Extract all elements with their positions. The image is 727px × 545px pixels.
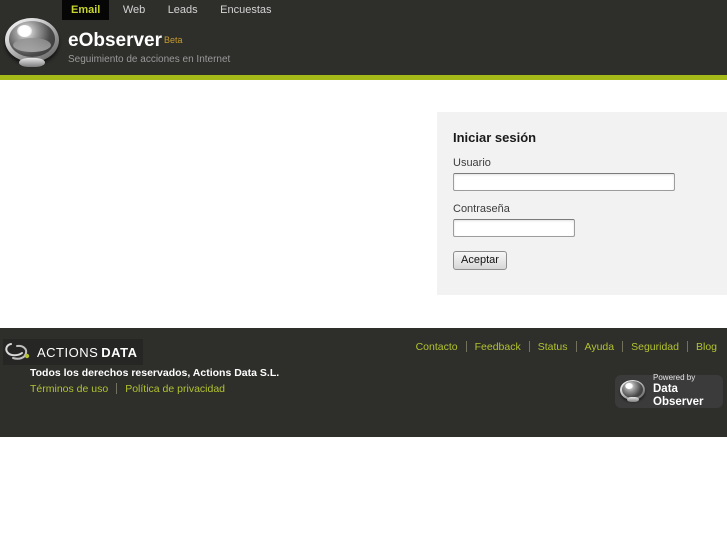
footer-nav: Contacto Feedback Status Ayuda Seguridad Blog (416, 341, 717, 353)
footer-link-ayuda[interactable]: Ayuda (585, 341, 615, 353)
brand-line: eObserver Beta (68, 30, 230, 52)
footer-link-seguridad[interactable]: Seguridad (631, 341, 679, 353)
footer-link-status[interactable]: Status (538, 341, 568, 353)
actions-data-swirl-icon (5, 343, 30, 360)
brand-name: eObserver (68, 30, 163, 51)
main-content: Iniciar sesión Usuario Contraseña Acepta… (0, 80, 727, 328)
submit-button[interactable]: Aceptar (453, 251, 507, 270)
footer-link-blog[interactable]: Blog (696, 341, 717, 353)
page: Email Web Leads Encuestas eObserver Beta … (0, 0, 727, 545)
powered-by-line: Powered by (653, 373, 696, 383)
orb-highlight (17, 25, 32, 37)
divider (116, 383, 118, 394)
divider (575, 341, 577, 352)
tab-web[interactable]: Web (114, 0, 154, 20)
beta-badge: Beta (164, 35, 183, 45)
footer-link-contacto[interactable]: Contacto (416, 341, 458, 353)
orb-base (627, 397, 639, 402)
data-observer-line: Data Observer (653, 383, 704, 408)
password-label: Contraseña (453, 203, 510, 215)
tab-encuestas[interactable]: Encuestas (211, 0, 280, 20)
tab-email[interactable]: Email (62, 0, 110, 20)
terms-link[interactable]: Términos de uso (30, 383, 108, 395)
copyright-text: Todos los derechos reservados, Actions D… (30, 367, 280, 379)
orb-base (19, 58, 45, 67)
actions-data-logo: ACTIONS DATA (3, 339, 144, 365)
login-panel: Iniciar sesión Usuario Contraseña Acepta… (437, 112, 727, 295)
footer: ACTIONS DATA Contacto Feedback Status Ayuda S… (0, 328, 727, 437)
divider (528, 341, 530, 352)
divider (686, 341, 688, 352)
footer-link-feedback[interactable]: Feedback (475, 341, 521, 353)
eobserver-logo-icon (5, 16, 63, 67)
powered-by-badge[interactable]: Powered by Data Observer (615, 374, 723, 408)
divider (622, 341, 624, 352)
actions-text: ACTIONS (37, 344, 99, 360)
top-nav: Email Web Leads Encuestas (62, 0, 281, 20)
legal-links: Términos de uso Política de privacidad (30, 383, 225, 395)
brand-tagline: Seguimiento de acciones en Internet (68, 54, 231, 65)
login-title: Iniciar sesión (453, 130, 537, 145)
privacy-link[interactable]: Política de privacidad (125, 383, 225, 395)
orb-wave (13, 38, 51, 52)
header: Email Web Leads Encuestas eObserver Beta … (0, 0, 727, 75)
actions-data-wordmark: ACTIONS DATA (37, 345, 137, 360)
password-input[interactable] (453, 219, 575, 237)
tab-leads[interactable]: Leads (159, 0, 207, 20)
powered-by-text: Powered by Data Observer (653, 374, 723, 408)
data-observer-logo-icon (620, 379, 647, 404)
orb-highlight (625, 383, 633, 389)
data-text: DATA (101, 344, 138, 360)
username-input[interactable] (453, 173, 675, 191)
brand-block: eObserver Beta Seguimiento de acciones en… (68, 30, 230, 65)
username-label: Usuario (453, 157, 491, 169)
divider (465, 341, 467, 352)
